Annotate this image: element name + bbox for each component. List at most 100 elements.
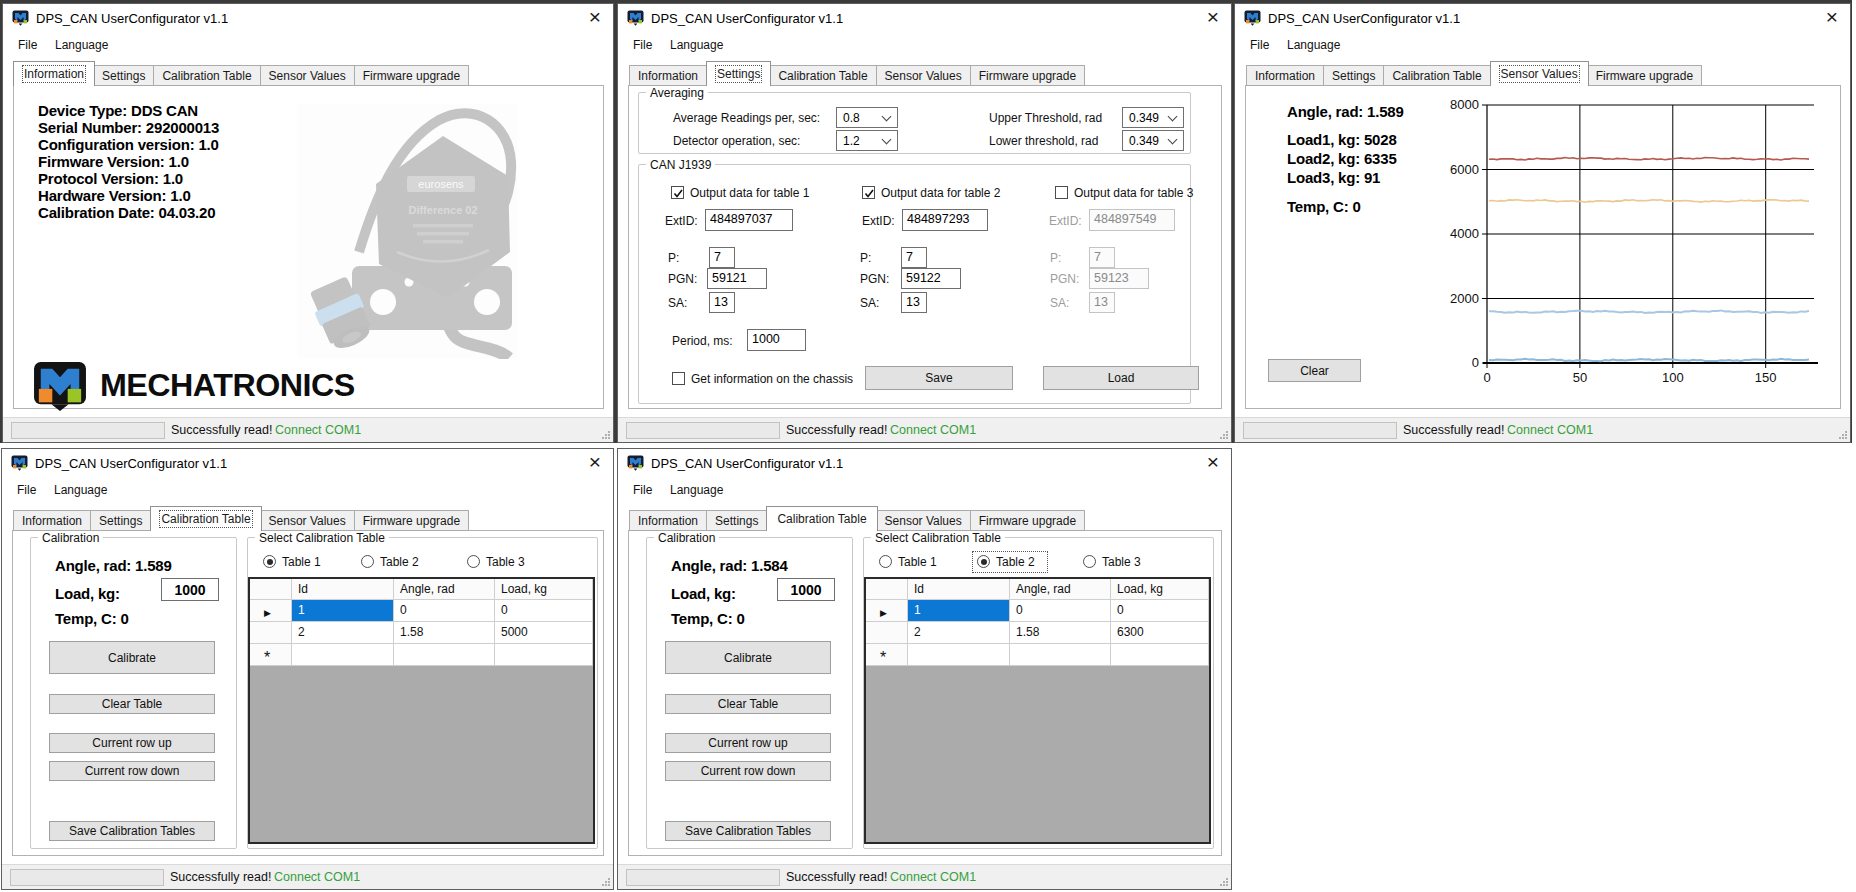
tab-calibration-table[interactable]: Calibration Table [770,65,876,86]
sa2-input[interactable]: 13 [901,292,927,313]
tab-firmware-upgrade[interactable]: Firmware upgrade [1588,65,1702,86]
connect-com1-link[interactable]: Connect COM1 [275,423,361,437]
p2-input[interactable]: 7 [901,247,927,268]
pgn1-input[interactable]: 59121 [707,268,767,289]
extid3-input[interactable]: 484897549 [1089,209,1175,231]
load-button[interactable]: Load [1043,366,1199,390]
tab-calibration-table[interactable]: Calibration Table [150,506,261,531]
resize-grip[interactable] [1219,877,1229,887]
tab-firmware-upgrade[interactable]: Firmware upgrade [355,65,469,86]
grid-cell[interactable]: 1.58 [1010,622,1111,644]
grid-cell[interactable]: 5000 [495,622,593,644]
current-row-down-button[interactable]: Current row down [665,761,831,781]
save-calibration-tables-button[interactable]: Save Calibration Tables [49,821,215,841]
grid-cell[interactable] [292,644,394,666]
grid-cell[interactable] [908,644,1010,666]
output-table2-checkbox[interactable] [862,186,875,199]
grid-cell[interactable] [394,644,495,666]
connect-com1-link[interactable]: Connect COM1 [274,870,360,884]
tab-sensor-values[interactable]: Sensor Values [261,510,355,531]
grid-cell[interactable]: 1 [292,600,394,622]
grid-cell[interactable]: 0 [495,600,593,622]
table2-radio[interactable] [977,555,990,568]
menu-file[interactable]: File [1250,38,1269,52]
grid-cell[interactable] [1111,644,1209,666]
table3-radio[interactable] [467,555,480,568]
extid2-input[interactable]: 484897293 [902,209,988,231]
resize-grip[interactable] [1838,430,1848,440]
close-icon[interactable]: × [1207,5,1219,29]
current-row-down-button[interactable]: Current row down [49,761,215,781]
tab-information[interactable]: Information [13,510,91,531]
tab-firmware-upgrade[interactable]: Firmware upgrade [355,510,469,531]
clear-table-button[interactable]: Clear Table [665,694,831,714]
chassis-checkbox[interactable] [672,372,685,385]
connect-com1-link[interactable]: Connect COM1 [890,423,976,437]
tab-information[interactable]: Information [629,510,707,531]
menu-language[interactable]: Language [670,38,723,52]
tab-firmware-upgrade[interactable]: Firmware upgrade [971,510,1085,531]
sa3-input[interactable]: 13 [1089,292,1115,313]
resize-grip[interactable] [1219,430,1229,440]
tab-calibration-table[interactable]: Calibration Table [766,506,877,531]
sa1-input[interactable]: 13 [709,292,735,313]
menu-language[interactable]: Language [1287,38,1340,52]
table2-radio[interactable] [361,555,374,568]
load-input[interactable]: 1000 [161,578,219,601]
save-calibration-tables-button[interactable]: Save Calibration Tables [665,821,831,841]
tab-settings[interactable]: Settings [91,510,151,531]
grid-cell[interactable]: 2 [292,622,394,644]
tab-sensor-values[interactable]: Sensor Values [877,65,971,86]
calibrate-button[interactable]: Calibrate [665,641,831,674]
period-input[interactable]: 1000 [747,329,806,351]
grid-cell[interactable] [495,644,593,666]
close-icon[interactable]: × [589,450,601,474]
grid-cell[interactable]: 6300 [1111,622,1209,644]
tab-calibration-table[interactable]: Calibration Table [1384,65,1490,86]
tab-calibration-table[interactable]: Calibration Table [154,65,260,86]
menu-language[interactable]: Language [670,483,723,497]
clear-table-button[interactable]: Clear Table [49,694,215,714]
connect-com1-link[interactable]: Connect COM1 [1507,423,1593,437]
calibration-grid[interactable]: Id Angle, rad Load, kg ▶ 1 0 0 2 1.58 50… [248,577,595,844]
menu-language[interactable]: Language [54,483,107,497]
close-icon[interactable]: × [1826,5,1838,29]
tab-firmware-upgrade[interactable]: Firmware upgrade [971,65,1085,86]
table1-radio[interactable] [263,555,276,568]
resize-grip[interactable] [601,430,611,440]
pgn3-input[interactable]: 59123 [1089,268,1149,289]
menu-language[interactable]: Language [55,38,108,52]
p1-input[interactable]: 7 [709,247,735,268]
tab-information[interactable]: Information [629,65,707,86]
pgn2-input[interactable]: 59122 [901,268,961,289]
calibrate-button[interactable]: Calibrate [49,641,215,674]
tab-settings[interactable]: Settings [707,510,767,531]
extid1-input[interactable]: 484897037 [705,209,793,231]
calibration-grid[interactable]: Id Angle, rad Load, kg ▶ 1 0 0 2 1.58 63… [864,577,1211,844]
p3-input[interactable]: 7 [1089,247,1115,268]
tab-settings[interactable]: Settings [1324,65,1384,86]
tab-settings[interactable]: Settings [94,65,154,86]
grid-cell[interactable]: 2 [908,622,1010,644]
save-button[interactable]: Save [865,366,1013,390]
upper-threshold-combo[interactable]: 0.349 [1122,107,1184,128]
table3-radio[interactable] [1083,555,1096,568]
menu-file[interactable]: File [633,38,652,52]
lower-threshold-combo[interactable]: 0.349 [1122,130,1184,151]
grid-cell[interactable] [1010,644,1111,666]
tab-sensor-values[interactable]: Sensor Values [1490,61,1589,86]
grid-cell[interactable]: 0 [1010,600,1111,622]
menu-file[interactable]: File [18,38,37,52]
output-table3-checkbox[interactable] [1055,186,1068,199]
current-row-up-button[interactable]: Current row up [665,733,831,753]
connect-com1-link[interactable]: Connect COM1 [890,870,976,884]
close-icon[interactable]: × [1207,450,1219,474]
tab-information[interactable]: Information [1246,65,1324,86]
close-icon[interactable]: × [589,5,601,29]
menu-file[interactable]: File [17,483,36,497]
current-row-up-button[interactable]: Current row up [49,733,215,753]
load-input[interactable]: 1000 [777,578,835,601]
tab-settings[interactable]: Settings [706,61,771,86]
grid-cell[interactable]: 0 [1111,600,1209,622]
avg-readings-combo[interactable]: 0.8 [836,107,898,128]
